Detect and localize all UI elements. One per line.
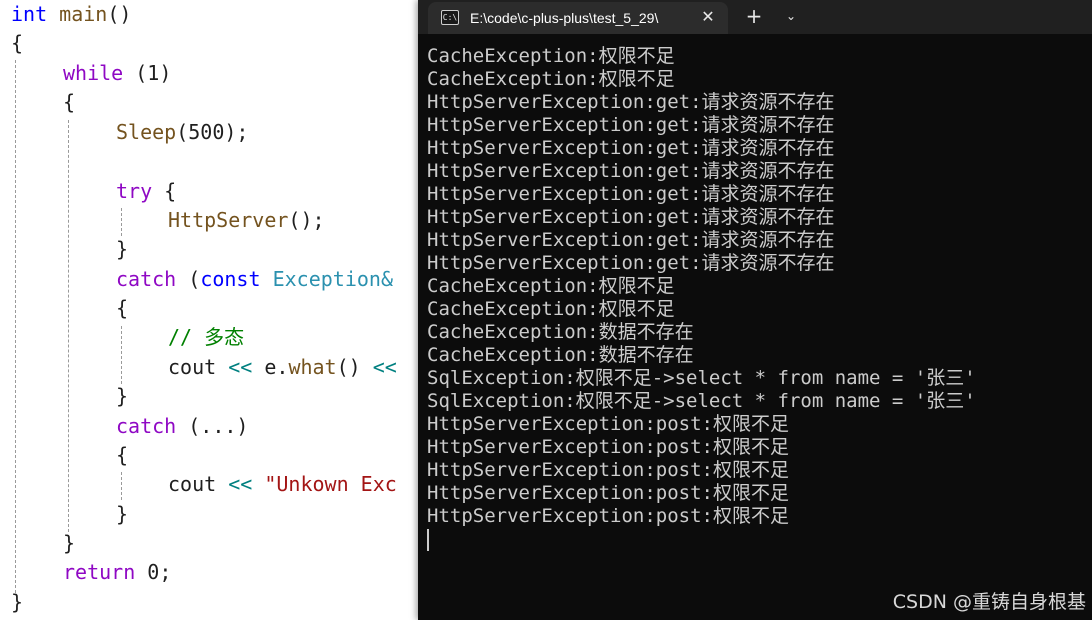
code-line-15: catch (...) [116,412,248,441]
output-line: CacheException:权限不足 [427,298,675,320]
output-line: HttpServerException:get:请求资源不存在 [427,252,835,274]
brace: { [116,443,129,467]
output-line: HttpServerException:get:请求资源不存在 [427,206,835,228]
punctuation: () [336,355,361,379]
identifier: cout [168,472,217,496]
indent-guide [121,326,122,384]
code-editor[interactable]: int main() { while (1) { Sleep(500); try… [0,0,418,620]
brace: } [11,590,24,614]
code-line-19: } [63,529,75,558]
terminal-tab[interactable]: C:\ E:\code\c-plus-plus\test_5_29\ ✕ [428,2,728,34]
output-line: CacheException:权限不足 [427,68,675,90]
output-line: CacheException:数据不存在 [427,321,694,343]
chevron-down-icon[interactable]: ⌄ [780,5,802,27]
output-line: HttpServerException:get:请求资源不存在 [427,114,835,136]
output-line: HttpServerException:get:请求资源不存在 [427,229,835,251]
return-value: 0; [135,560,172,584]
output-line: CacheException:权限不足 [427,45,675,67]
keyword: return [63,560,136,584]
code-line-3: while (1) [63,59,171,88]
function-call: Sleep [116,120,177,144]
keyword: int [11,2,48,26]
code-line-12: // 多态 [168,323,244,352]
output-line: HttpServerException:get:请求资源不存在 [427,160,835,182]
output-line: HttpServerException:post:权限不足 [427,482,789,504]
punctuation: (); [288,208,325,232]
code-line-20: return 0; [63,558,171,587]
comment: // 多态 [168,325,245,349]
keyword: try [116,179,153,203]
code-line-16: { [116,441,128,470]
code-line-7: try { [116,177,176,206]
brace: { [116,296,129,320]
brace: } [116,384,129,408]
punctuation: (...) [176,414,249,438]
code-line-14: } [116,382,128,411]
output-line: SqlException:权限不足->select * from name = … [427,390,976,412]
output-line: SqlException:权限不足->select * from name = … [427,367,976,389]
brace: { [63,90,76,114]
output-line: HttpServerException:get:请求资源不存在 [427,91,835,113]
code-line-9: } [116,235,128,264]
indent-guide [121,208,122,236]
type-name: Exception& [260,267,393,291]
watermark: CSDN @重铸自身根基 [892,591,1086,613]
punctuation: . [276,355,289,379]
operator: << [360,355,397,379]
function-name: main [59,2,108,26]
punctuation: ); [224,120,249,144]
output-line: CacheException:数据不存在 [427,344,694,366]
code-line-2: { [11,29,23,58]
output-line: HttpServerException:get:请求资源不存在 [427,137,835,159]
plus-icon[interactable]: + [742,5,766,27]
punctuation: () [107,2,132,26]
code-line-18: } [116,500,128,529]
operator: << [216,472,253,496]
terminal-titlebar[interactable]: C:\ E:\code\c-plus-plus\test_5_29\ ✕ + ⌄ [418,0,1092,34]
code-line-1: int main() [11,0,131,29]
tab-title: E:\code\c-plus-plus\test_5_29\ [470,10,659,26]
code-line-13: cout << e.what() << [168,353,397,382]
output-line: CacheException:权限不足 [427,275,675,297]
indent-guide [68,120,69,532]
indent-guide [121,472,122,500]
brace: { [11,31,24,55]
code-line-10: catch (const Exception& [116,265,393,294]
code-line-11: { [116,294,128,323]
number-literal: 500 [188,120,225,144]
keyword: catch [116,414,177,438]
terminal-window[interactable]: C:\ E:\code\c-plus-plus\test_5_29\ ✕ + ⌄… [418,0,1092,620]
identifier: e [252,355,277,379]
keyword: const [200,267,261,291]
brace: } [116,237,129,261]
function-call: HttpServer [168,208,289,232]
output-line: HttpServerException:post:权限不足 [427,436,789,458]
output-line: HttpServerException:post:权限不足 [427,459,789,481]
identifier: cout [168,355,217,379]
operator: << [216,355,253,379]
function-call: what [288,355,337,379]
indent-guide [15,60,16,593]
condition: (1) [123,61,172,85]
code-line-8: HttpServer(); [168,206,325,235]
keyword: catch [116,267,177,291]
terminal-output: CacheException:权限不足 CacheException:权限不足 … [427,45,1067,528]
code-line-21: } [11,588,23,617]
punctuation: ( [176,120,189,144]
brace: } [116,502,129,526]
output-line: HttpServerException:post:权限不足 [427,505,789,527]
brace: { [152,179,177,203]
terminal-cursor [427,529,429,551]
brace: } [63,531,76,555]
keyword: while [63,61,124,85]
punctuation: ( [176,267,201,291]
code-line-4: { [63,88,75,117]
close-icon[interactable]: ✕ [698,7,718,27]
output-line: HttpServerException:get:请求资源不存在 [427,183,835,205]
string-literal: "Unkown Exc [252,472,397,496]
code-line-5: Sleep(500); [116,118,248,147]
console-icon: C:\ [441,10,459,25]
output-line: HttpServerException:post:权限不足 [427,413,789,435]
code-line-17: cout << "Unkown Exc [168,470,397,499]
